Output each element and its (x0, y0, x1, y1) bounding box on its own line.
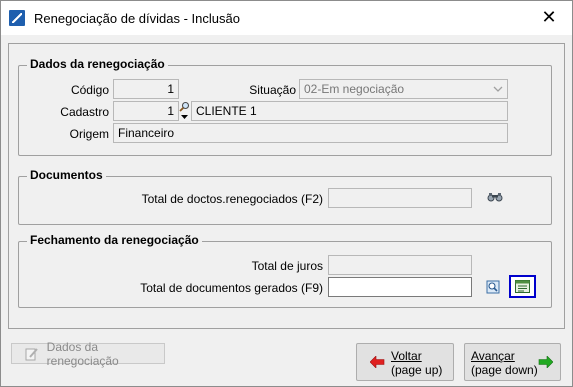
dados-renegociacao-button[interactable]: Dados da renegociação (11, 340, 165, 368)
voltar-button[interactable]: Voltar (page up) (356, 343, 454, 381)
total-doctos-label: Total de doctos.renegociados (F2) (141, 192, 323, 206)
avancar-label: Avançar (471, 349, 515, 363)
codigo-field: 1 (113, 79, 179, 99)
cadastro-label: Cadastro (60, 105, 109, 119)
document-list-icon[interactable] (509, 275, 536, 298)
voltar-label: Voltar (391, 349, 422, 363)
cliente-field: CLIENTE 1 (191, 101, 508, 121)
avancar-button[interactable]: Avançar (page down) (464, 343, 561, 381)
binoculars-icon[interactable] (486, 190, 504, 204)
documentos-group-title: Documentos (27, 168, 106, 182)
fechamento-group-title: Fechamento da renegociação (27, 233, 202, 247)
total-doctos-field (328, 188, 472, 208)
total-juros-field (328, 255, 472, 275)
situacao-value: 02-Em negociação (304, 82, 405, 96)
cadastro-field: 1 (113, 101, 179, 121)
origem-field: Financeiro (113, 123, 508, 143)
close-button[interactable]: ✕ (526, 1, 572, 34)
voltar-hint: (page up) (391, 363, 443, 377)
dialog-window: Renegociação de dívidas - Inclusão ✕ Dad… (0, 0, 573, 387)
view-document-icon[interactable] (485, 279, 501, 295)
left-arrow-icon (369, 355, 385, 369)
situacao-label: Situação (249, 83, 296, 97)
dados-group-title: Dados da renegociação (27, 57, 168, 71)
right-arrow-icon (537, 355, 553, 369)
magnifier-icon[interactable] (179, 100, 190, 112)
origem-label: Origem (69, 127, 109, 141)
situacao-select[interactable]: 02-Em negociação (299, 79, 508, 99)
total-gerados-label: Total de documentos gerados (F9) (140, 281, 323, 295)
app-logo-icon (9, 10, 25, 26)
dados-renegociacao-label: Dados da renegociação (46, 339, 119, 368)
avancar-hint: (page down) (471, 363, 538, 377)
caret-down-icon[interactable] (179, 113, 190, 121)
chevron-down-icon (489, 80, 507, 98)
total-gerados-field (328, 277, 472, 297)
window-title: Renegociação de dívidas - Inclusão (34, 11, 240, 26)
title-bar: Renegociação de dívidas - Inclusão ✕ (1, 1, 572, 35)
codigo-label: Código (70, 83, 109, 97)
content-panel: Dados da renegociação Código 1 Situação … (8, 43, 565, 329)
edit-document-icon (24, 346, 41, 362)
total-juros-label: Total de juros (251, 259, 323, 273)
